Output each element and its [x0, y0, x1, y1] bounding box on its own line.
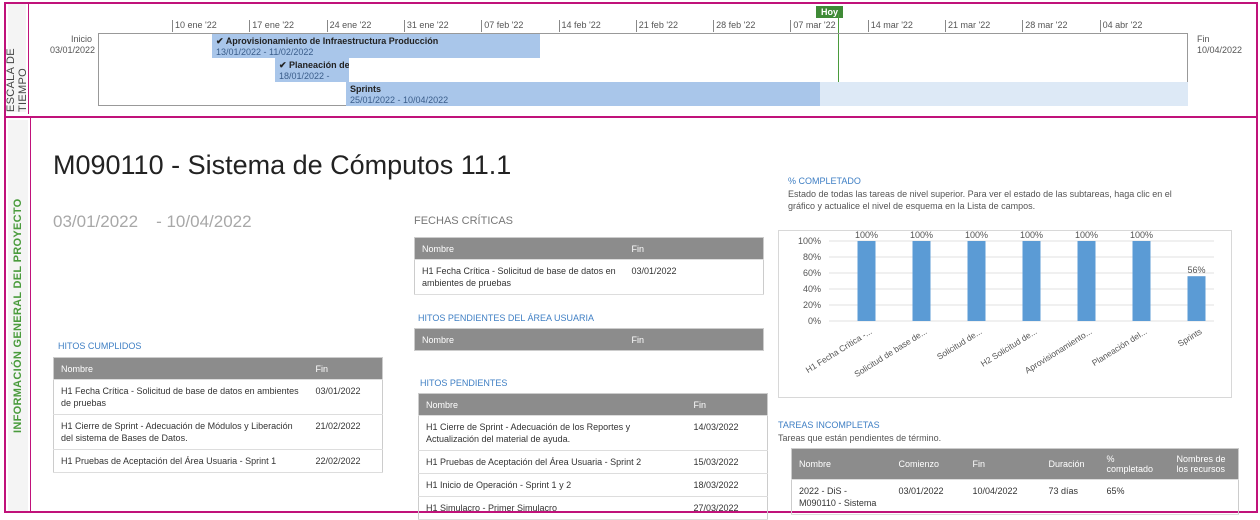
- column-header: Fin: [624, 328, 764, 351]
- table-row: 2022 - DiS - M090110 - Sistema 03/01/202…: [791, 479, 1239, 515]
- chart-y-tick-label: 60%: [803, 268, 821, 278]
- chart-category-label: Sprints: [1176, 326, 1204, 349]
- hitos-cumplidos-title: HITOS CUMPLIDOS: [58, 341, 142, 351]
- column-header: Comienzo: [891, 448, 966, 480]
- column-header: Nombre: [791, 448, 892, 480]
- chart-bar: [912, 241, 931, 321]
- table-row: H1 Inicio de Operación - Sprint 1 y 2 18/…: [418, 473, 768, 497]
- column-header: Fin: [624, 237, 764, 260]
- chart-data-label: 100%: [1130, 231, 1153, 240]
- chart-data-label: 100%: [965, 231, 988, 240]
- divider: [28, 4, 29, 114]
- project-title: M090110 - Sistema de Cómputos 11.1: [53, 150, 512, 180]
- divider: [6, 116, 1256, 118]
- column-header: Fin: [686, 393, 768, 416]
- project-start-date: 03/01/2022: [53, 212, 139, 231]
- chart-data-label: 100%: [910, 231, 933, 240]
- table-row: H1 Simulacro - Primer Simulacro 27/03/202…: [418, 496, 768, 520]
- chart-y-tick-label: 20%: [803, 300, 821, 310]
- timeline-tick-label: 21 mar '22: [945, 20, 990, 32]
- timeline-task-sprints-remaining: [820, 82, 1188, 106]
- project-end-date: - 10/04/2022: [156, 212, 252, 231]
- table-row: H1 Cierre de Sprint - Adecuación de Módu…: [53, 414, 383, 450]
- project-dates: 03/01/2022 - 10/04/2022: [53, 212, 270, 232]
- fechas-criticas-title: FECHAS CRÍTICAS: [414, 215, 514, 227]
- chart-y-tick-label: 0%: [808, 316, 821, 326]
- table-row: H1 Fecha Crítica - Solicitud de base de …: [53, 379, 383, 415]
- hitos-area-usuaria-title: HITOS PENDIENTES DEL ÁREA USUARIA: [418, 313, 595, 323]
- chart-bar: [1132, 241, 1151, 321]
- column-header: Fin: [965, 448, 1042, 480]
- chart-bar: [1077, 241, 1096, 321]
- fechas-criticas-table: Nombre Fin H1 Fecha Crítica - Solicitud …: [414, 237, 764, 295]
- table-row: H1 Cierre de Sprint - Adecuación de los …: [418, 415, 768, 451]
- chart-y-tick-label: 40%: [803, 284, 821, 294]
- chart-data-label: 56%: [1187, 265, 1205, 275]
- column-header: Duración: [1041, 448, 1100, 480]
- divider: [30, 118, 31, 511]
- column-header: Nombre: [414, 237, 625, 260]
- info-side-label: INFORMACIÓN GENERAL DEL PROYECTO: [8, 120, 28, 511]
- chart-category-label: Solicitud de...: [935, 326, 984, 362]
- timeline-tick-label: 31 ene '22: [403, 20, 449, 32]
- timeline-end: Fin 10/04/2022: [1197, 34, 1243, 55]
- column-header: Nombre: [418, 393, 687, 416]
- tareas-incompletas-table: Nombre Comienzo Fin Duración % completad…: [791, 448, 1239, 515]
- chart-category-label: Planeación del...: [1090, 326, 1149, 368]
- chart-bar: [967, 241, 986, 321]
- timeline-tick-label: 24 ene '22: [326, 20, 371, 32]
- column-header: Nombres de los recursos: [1169, 448, 1239, 480]
- column-header: Fin: [308, 357, 383, 380]
- table-row: H1 Pruebas de Aceptación del Área Usuari…: [53, 449, 383, 473]
- timeline-start: Inicio 03/01/2022: [50, 34, 96, 55]
- timeline-tick-label: 28 mar '22: [1022, 20, 1068, 32]
- chart-y-tick-label: 100%: [798, 236, 821, 246]
- completado-title: % COMPLETADO: [788, 176, 861, 186]
- hitos-cumplidos-table: Nombre Fin H1 Fecha Crítica - Solicitud …: [53, 357, 383, 473]
- completado-chart[interactable]: 100% 80% 60% 40% 20% 0% 100% H1 Fecha Crítica -…: [778, 230, 1232, 398]
- timeline-tick-label: 28 feb '22: [713, 20, 755, 32]
- tareas-incompletas-description: Tareas que están pendientes de término.: [778, 433, 942, 443]
- table-row: H1 Pruebas de Aceptación del Área Usuari…: [418, 450, 768, 474]
- chart-svg: 100%80%60%40%20%0%100%H1 Fecha Crítica -…: [798, 230, 1214, 379]
- column-header: Nombre: [53, 357, 309, 380]
- tareas-incompletas-title: TAREAS INCOMPLETAS: [778, 420, 880, 430]
- column-header: % completado: [1099, 448, 1170, 480]
- chart-data-label: 100%: [855, 231, 878, 240]
- timeline-tick-label: 10 ene '22: [172, 20, 217, 32]
- chart-y-tick-label: 80%: [803, 252, 821, 262]
- timeline-tick-label: 14 feb '22: [558, 20, 601, 32]
- timeline-task-planeacion[interactable]: ✔ Planeación del 18/01/2022 -: [275, 58, 349, 82]
- table-row: H1 Fecha Crítica - Solicitud de base de …: [414, 259, 764, 295]
- chart-bar: [1187, 276, 1206, 321]
- timeline-tick-label: 07 feb '22: [481, 20, 523, 32]
- chart-bar: [1022, 241, 1041, 321]
- timeline-tick-label: 21 feb '22: [635, 20, 678, 32]
- hitos-pendientes-table: Nombre Fin H1 Cierre de Sprint - Adecuac…: [418, 393, 768, 520]
- timeline-task-aprovisionamiento[interactable]: ✔ Aprovisionamiento de Infraestructura P…: [212, 34, 540, 58]
- timeline-side-label: ESCALA DE TIEMPO: [5, 4, 29, 112]
- chart-bar: [857, 241, 876, 321]
- column-header: Nombre: [414, 328, 625, 351]
- timeline-task-sprints[interactable]: Sprints 25/01/2022 - 10/04/2022: [346, 82, 820, 106]
- hitos-pendientes-title: HITOS PENDIENTES: [420, 378, 508, 388]
- hitos-area-usuaria-table: Nombre Fin: [414, 328, 764, 351]
- timeline-tick-label: 04 abr '22: [1099, 20, 1142, 32]
- timeline-tick-label: 17 ene '22: [249, 20, 294, 32]
- chart-data-label: 100%: [1075, 231, 1098, 240]
- timeline-tick-label: 14 mar '22: [867, 20, 913, 32]
- completado-description: Estado de todas las tareas de nivel supe…: [788, 189, 1172, 211]
- chart-data-label: 100%: [1020, 231, 1043, 240]
- timeline-tick-label: 07 mar '22: [790, 20, 836, 32]
